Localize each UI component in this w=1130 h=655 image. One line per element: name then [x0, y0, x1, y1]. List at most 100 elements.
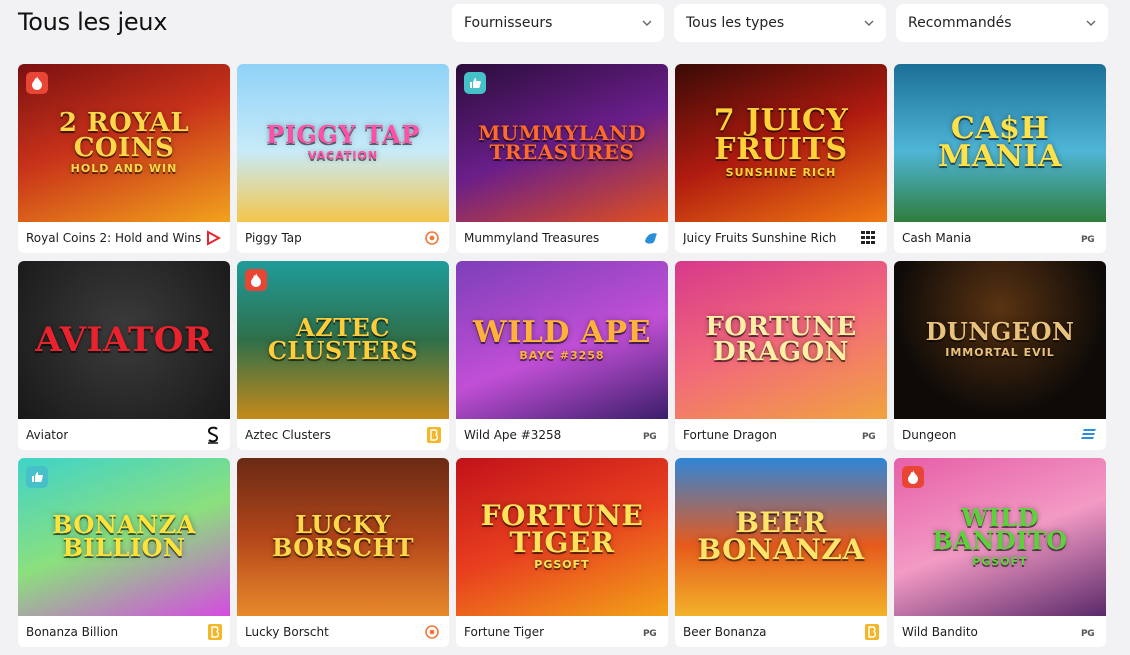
game-thumbnail[interactable]: AZTEC CLUSTERS	[237, 261, 449, 419]
chevron-down-icon	[1086, 20, 1096, 26]
s-logo-icon	[204, 426, 222, 444]
game-art-title: CA$H Mania	[894, 113, 1106, 172]
game-info-bar: Lucky Borscht	[237, 616, 449, 647]
game-thumbnail[interactable]: PIGGY TAP Vacation	[237, 64, 449, 222]
game-name[interactable]: Fortune Dragon	[683, 428, 777, 442]
svg-text:PG: PG	[1081, 629, 1094, 637]
types-dropdown-label: Tous les types	[686, 15, 785, 31]
b-logo-icon	[865, 623, 879, 640]
game-name[interactable]: Bonanza Billion	[26, 625, 118, 639]
chevron-down-icon	[642, 20, 652, 26]
game-card[interactable]: 2 ROYAL COINS HOLD AND WIN Royal Coins 2: …	[18, 64, 230, 253]
game-art-title-text: LUCKY BORSCHT	[271, 510, 415, 562]
game-thumbnail[interactable]: Wild APE BAYC #3258	[456, 261, 668, 419]
game-art-title: BEER BONANZA	[675, 509, 887, 563]
game-card[interactable]: WILD BANDITO PGSoft Wild Bandito PG	[894, 458, 1106, 647]
game-card[interactable]: DUNGEON IMMORTAL EVIL Dungeon	[894, 261, 1106, 450]
game-info-bar: Aztec Clusters	[237, 419, 449, 450]
hot-badge-icon	[26, 72, 48, 94]
game-info-bar: Royal Coins 2: Hold and Wins	[18, 222, 230, 253]
game-info-bar: Bonanza Billion	[18, 616, 230, 647]
b-logo-icon	[427, 426, 441, 443]
game-art-subtitle: PGSoft	[972, 554, 1028, 568]
game-thumbnail[interactable]: MUMMYLAND TREASURES	[456, 64, 668, 222]
game-art-subtitle: PGSoft	[534, 558, 590, 572]
game-art-title: PIGGY TAP Vacation	[258, 123, 427, 163]
game-card[interactable]: CA$H Mania Cash Mania PG	[894, 64, 1106, 253]
game-art-title: FORTUNE TIGER PGSoft	[456, 502, 668, 572]
game-name[interactable]: Juicy Fruits Sunshine Rich	[683, 231, 836, 245]
game-info-bar: Aviator	[18, 419, 230, 450]
game-name[interactable]: Dungeon	[902, 428, 956, 442]
game-name[interactable]: Lucky Borscht	[245, 625, 329, 639]
game-info-bar: Cash Mania PG	[894, 222, 1106, 253]
game-thumbnail[interactable]: WILD BANDITO PGSoft	[894, 458, 1106, 616]
game-card[interactable]: LUCKY BORSCHT Lucky Borscht	[237, 458, 449, 647]
hot-badge-icon	[902, 466, 924, 488]
game-card[interactable]: Wild APE BAYC #3258 Wild Ape #3258 PG	[456, 261, 668, 450]
thumbs-up-badge-icon	[464, 72, 486, 94]
game-name[interactable]: Piggy Tap	[245, 231, 302, 245]
game-name[interactable]: Aztec Clusters	[245, 428, 331, 442]
providers-dropdown[interactable]: Fournisseurs	[452, 4, 664, 42]
game-name[interactable]: Fortune Tiger	[464, 625, 544, 639]
game-art-title-text: PIGGY TAP	[266, 120, 420, 150]
game-card[interactable]: BEER BONANZA Beer Bonanza	[675, 458, 887, 647]
game-info-bar: Wild Ape #3258 PG	[456, 419, 668, 450]
game-art-title: Aviator	[27, 323, 220, 357]
game-art-title: 7 Juicy Fruits Sunshine Rich	[675, 106, 887, 179]
game-thumbnail[interactable]: CA$H Mania	[894, 64, 1106, 222]
game-name[interactable]: Aviator	[26, 428, 68, 442]
game-info-bar: Wild Bandito PG	[894, 616, 1106, 647]
game-thumbnail[interactable]: BONANZA BILLION	[18, 458, 230, 616]
providers-dropdown-label: Fournisseurs	[464, 15, 553, 31]
game-art-title: WILD BANDITO PGSoft	[894, 506, 1106, 568]
svg-text:PG: PG	[643, 629, 656, 637]
game-name[interactable]: Royal Coins 2: Hold and Wins	[26, 231, 201, 245]
pg-logo-icon: PG	[861, 426, 879, 444]
pg-logo-icon: PG	[1080, 623, 1098, 641]
play-triangle-icon	[204, 229, 222, 247]
types-dropdown[interactable]: Tous les types	[674, 4, 886, 42]
game-art-title-text: BEER BONANZA	[697, 506, 865, 566]
game-thumbnail[interactable]: BEER BONANZA	[675, 458, 887, 616]
game-card[interactable]: FORTUNE TIGER PGSoft Fortune Tiger PG	[456, 458, 668, 647]
game-thumbnail[interactable]: FORTUNE TIGER PGSoft	[456, 458, 668, 616]
game-art-subtitle: BAYC #3258	[519, 349, 605, 363]
game-card[interactable]: AZTEC CLUSTERS Aztec Clusters	[237, 261, 449, 450]
game-name[interactable]: Mummyland Treasures	[464, 231, 599, 245]
pg-logo-icon: PG	[642, 623, 660, 641]
game-thumbnail[interactable]: DUNGEON IMMORTAL EVIL	[894, 261, 1106, 419]
game-thumbnail[interactable]: FORTUNE Dragon	[675, 261, 887, 419]
game-name[interactable]: Cash Mania	[902, 231, 971, 245]
pg-logo-icon: PG	[642, 426, 660, 444]
game-thumbnail[interactable]: LUCKY BORSCHT	[237, 458, 449, 616]
game-card[interactable]: FORTUNE Dragon Fortune Dragon PG	[675, 261, 887, 450]
game-info-bar: Fortune Dragon PG	[675, 419, 887, 450]
game-card[interactable]: PIGGY TAP Vacation Piggy Tap	[237, 64, 449, 253]
game-thumbnail[interactable]: 7 Juicy Fruits Sunshine Rich	[675, 64, 887, 222]
game-info-bar: Mummyland Treasures	[456, 222, 668, 253]
sort-dropdown[interactable]: Recommandés	[896, 4, 1108, 42]
game-card[interactable]: BONANZA BILLION Bonanza Billion	[18, 458, 230, 647]
game-name[interactable]: Wild Ape #3258	[464, 428, 561, 442]
game-art-title: AZTEC CLUSTERS	[237, 316, 449, 363]
game-art-title: LUCKY BORSCHT	[237, 513, 449, 560]
game-info-bar: Dungeon	[894, 419, 1106, 450]
game-card[interactable]: 7 Juicy Fruits Sunshine Rich Juicy Fruits …	[675, 64, 887, 253]
game-art-subtitle: HOLD AND WIN	[70, 162, 178, 176]
game-art-subtitle: Vacation	[307, 149, 379, 163]
thumbs-up-badge-icon	[26, 466, 48, 488]
game-name[interactable]: Wild Bandito	[902, 625, 978, 639]
stripes-logo-icon	[1080, 426, 1098, 444]
hot-badge-icon	[245, 269, 267, 291]
game-name[interactable]: Beer Bonanza	[683, 625, 767, 639]
game-card[interactable]: MUMMYLAND TREASURES Mummyland Treasures	[456, 64, 668, 253]
game-art-title-text: CA$H Mania	[938, 110, 1062, 174]
game-art-title-text: FORTUNE TIGER	[480, 499, 644, 559]
game-card[interactable]: Aviator Aviator	[18, 261, 230, 450]
game-thumbnail[interactable]: 2 ROYAL COINS HOLD AND WIN	[18, 64, 230, 222]
target-icon	[423, 229, 441, 247]
game-thumbnail[interactable]: Aviator	[18, 261, 230, 419]
filter-bar: Fournisseurs Tous les types Recommandés	[452, 4, 1108, 42]
